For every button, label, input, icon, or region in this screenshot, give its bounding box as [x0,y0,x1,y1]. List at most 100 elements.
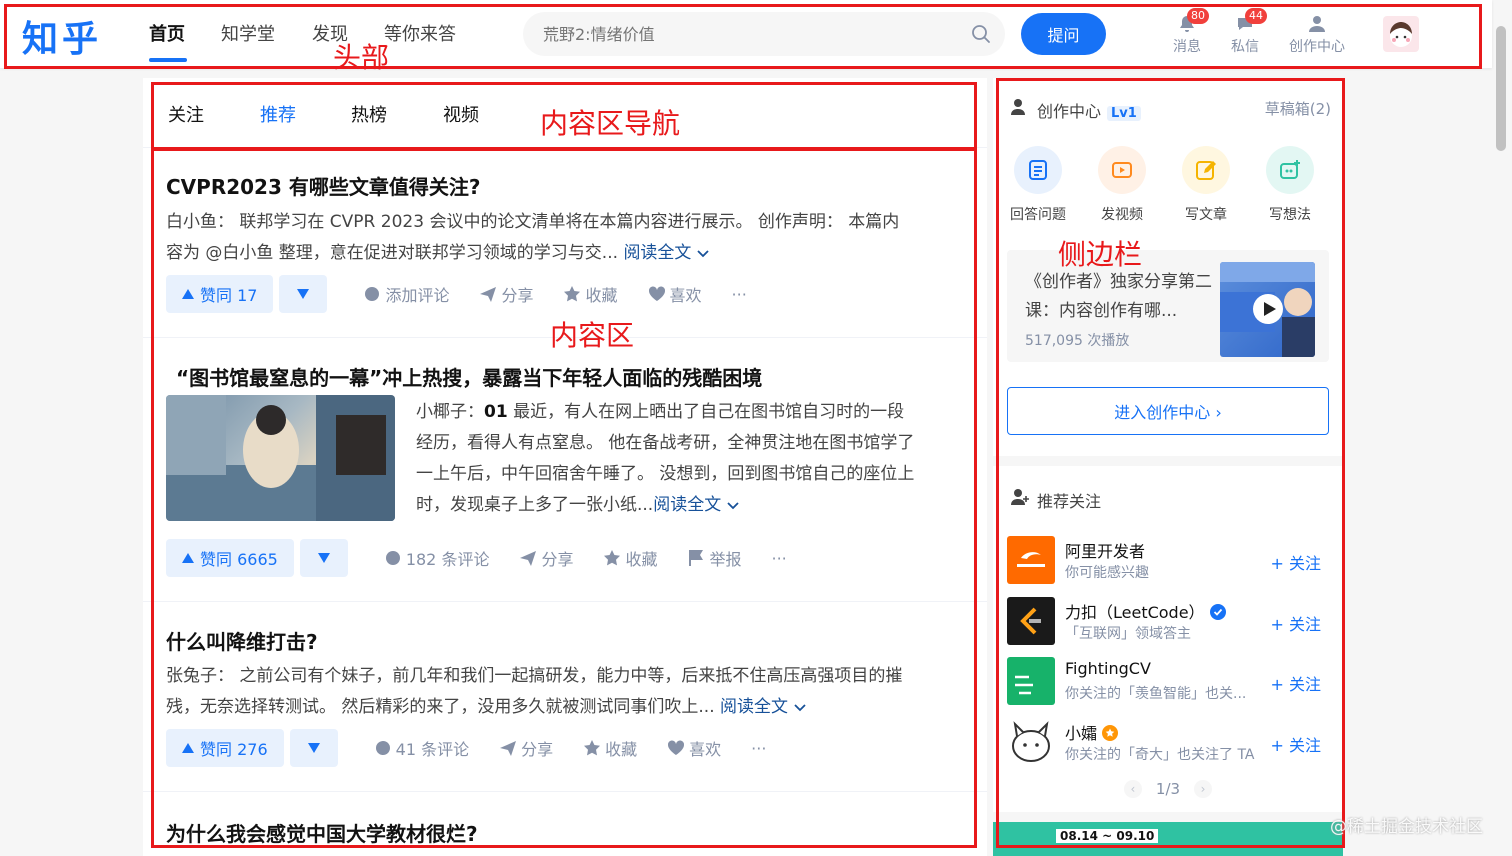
recommend-name-text: 力扣（LeetCode） [1065,603,1205,622]
follow-button[interactable]: + 关注 [1271,671,1322,695]
feed-item: CVPR2023 有哪些文章值得关注? 白小鱼： 联邦学习在 CVPR 2023… [143,148,987,338]
feed-excerpt[interactable]: 小椰子：01 最近，有人在网上晒出了自己在图书馆自习时的一段 经历，看得人有点窒… [416,397,966,521]
downvote-button[interactable] [279,275,328,313]
badge-icon [1102,725,1119,741]
tab-hot[interactable]: 热榜 [351,101,387,127]
favorite-button[interactable]: 收藏 [563,282,618,306]
feed-title[interactable]: 为什么我会感觉中国大学教材很烂? [166,818,478,847]
tab-follow[interactable]: 关注 [168,101,204,127]
recommend-item[interactable]: FightingCV 你关注的「羡鱼智能」也关... + 关注 [1007,657,1329,709]
tool-video[interactable]: 发视频 [1090,146,1154,224]
feed-title[interactable]: CVPR2023 有哪些文章值得关注? [166,171,480,200]
upvote-button[interactable]: 赞同 6665 [166,539,294,577]
creator-center-button[interactable]: 创作中心 [1287,14,1347,56]
comment-button[interactable]: 41 条评论 [374,736,469,760]
promo-thumbnail[interactable] [1220,262,1315,357]
feed-title[interactable]: “图书馆最窒息的一幕”冲上热搜，暴露当下年轻人面临的残酷困境 [176,362,762,391]
upvote-button[interactable]: 赞同 276 [166,729,284,767]
follow-button[interactable]: + 关注 [1271,550,1322,574]
comment-icon [375,741,390,755]
more-button[interactable]: ··· [732,285,747,304]
share-label: 分享 [521,740,554,759]
share-button[interactable]: 分享 [519,546,573,570]
user-icon [1309,16,1325,32]
like-button[interactable]: 喜欢 [667,736,721,760]
recommend-name: 小孀 [1065,720,1119,744]
messages-button[interactable]: 80 消息 [1157,8,1217,56]
read-more-link[interactable]: 阅读全文 [653,495,721,515]
zhihu-logo[interactable]: 知乎 [22,10,102,62]
messages-badge: 80 [1187,8,1209,24]
downvote-button[interactable] [299,539,348,577]
search-icon[interactable] [971,24,991,44]
recommend-item[interactable]: 力扣（LeetCode） 「互联网」领域答主 + 关注 [1007,597,1329,649]
recommend-desc: 「互联网」领域答主 [1065,626,1191,642]
banner-date: 08.14 ~ 09.10 [1056,829,1159,843]
next-page-icon[interactable]: › [1194,780,1213,798]
triangle-down-icon [307,743,320,753]
search-input[interactable] [543,22,963,46]
user-avatar[interactable] [1383,16,1419,52]
feed-actions: 赞同 17 添加评论 分享 收藏 喜欢 ··· [166,275,747,313]
content-annotation-label: 内容区 [550,319,635,352]
read-more-link[interactable]: 阅读全文 [623,243,691,263]
read-more-link[interactable]: 阅读全文 [720,697,788,717]
feed-actions: 赞同 6665 182 条评论 分享 收藏 举报 ··· [166,539,787,577]
like-label: 喜欢 [669,286,702,305]
tab-recommend[interactable]: 推荐 [260,101,296,127]
recommend-item[interactable]: 阿里开发者 你可能感兴趣 + 关注 [1007,536,1329,588]
tool-thought[interactable]: 写想法 [1258,146,1322,224]
play-icon[interactable] [1253,294,1283,324]
triangle-up-icon [182,289,194,299]
more-button[interactable]: ··· [772,549,787,568]
triangle-up-icon [182,553,194,563]
tab-video[interactable]: 视频 [443,101,479,127]
share-label: 分享 [501,286,534,305]
excerpt-line: 一上午后，中午回宿舍午睡了。 没想到，回到图书馆自己的座位上 [416,464,915,484]
like-button[interactable]: 喜欢 [648,282,702,306]
top-header: 知乎 首页 知学堂 发现 等你来答 提问 80 消息 44 私信 创作中心 [0,0,1492,68]
nav-waiting-answers[interactable]: 等你来答 [384,20,456,46]
report-button[interactable]: 举报 [687,546,742,570]
more-button[interactable]: ··· [751,739,766,758]
nav-home[interactable]: 首页 [149,20,185,46]
drafts-link[interactable]: 草稿箱(2) [1265,98,1331,119]
downvote-button[interactable] [289,729,338,767]
idea-icon [1266,146,1314,194]
tool-answer[interactable]: 回答问题 [1006,146,1070,224]
share-button[interactable]: 分享 [479,282,533,306]
feed-title[interactable]: 什么叫降维打击? [166,626,318,655]
feed-item: “图书馆最窒息的一幕”冲上热搜，暴露当下年轻人面临的残酷困境 小椰子：01 最近… [143,338,987,602]
feed-thumbnail[interactable] [166,395,395,521]
comment-button[interactable]: 182 条评论 [384,546,490,570]
creator-center-card: 创作中心 Lv1 草稿箱(2) 回答问题 发视频 写文章 写想法 《创作者》独家分… [993,78,1343,456]
enter-creator-center-button[interactable]: 进入创作中心 › [1007,387,1329,435]
follow-button[interactable]: + 关注 [1271,732,1322,756]
feed-excerpt[interactable]: 白小鱼： 联邦学习在 CVPR 2023 会议中的论文清单将在本篇内容进行展示。… [166,207,966,269]
search-box[interactable] [523,12,1005,56]
tool-article[interactable]: 写文章 [1174,146,1238,224]
promo-video-card[interactable]: 《创作者》独家分享第二课：内容创作有哪... 517,095 次播放 [1007,250,1329,362]
upvote-button[interactable]: 赞同 17 [166,275,274,313]
share-button[interactable]: 分享 [499,736,553,760]
recommend-item[interactable]: 小孀 你关注的「奇大」也关注了 TA + 关注 [1007,718,1329,770]
prev-page-icon[interactable]: ‹ [1123,780,1142,798]
comment-label: 182 条评论 [405,550,490,569]
excerpt-line: 张兔子： 之前公司有个妹子，前几年和我们一起搞研发，能力中等，后来抵不住高压高强… [166,666,903,686]
nav-zhixuetang[interactable]: 知学堂 [221,20,275,46]
level-badge: Lv1 [1107,106,1141,121]
comment-button[interactable]: 添加评论 [363,282,449,306]
excerpt-line: 白小鱼： 联邦学习在 CVPR 2023 会议中的论文清单将在本篇内容进行展示。… [166,212,900,232]
favorite-label: 收藏 [625,550,658,569]
activity-banner[interactable]: 08.14 ~ 09.10 [993,822,1343,856]
favorite-button[interactable]: 收藏 [603,546,657,570]
feed-excerpt[interactable]: 张兔子： 之前公司有个妹子，前几年和我们一起搞研发，能力中等，后来抵不住高压高强… [166,661,966,723]
ask-button[interactable]: 提问 [1021,13,1106,55]
favorite-button[interactable]: 收藏 [583,736,637,760]
page-scrollbar[interactable] [1496,26,1506,151]
excerpt-line: 残，无奈选择转测试。 然后精彩的来了，没用多久就被测试同事们吹上... [166,697,715,717]
follow-button[interactable]: + 关注 [1271,611,1322,635]
chevron-down-icon [794,704,806,712]
direct-message-button[interactable]: 44 私信 [1215,8,1275,56]
like-label: 喜欢 [689,740,722,759]
